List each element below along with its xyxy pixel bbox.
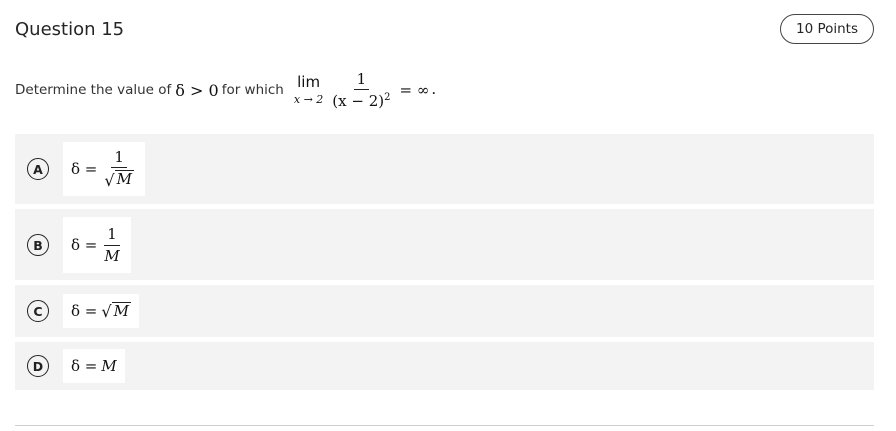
option-d[interactable]: D δ = M (15, 342, 874, 390)
sqrt-symbol: √ M (101, 301, 131, 322)
prompt-text-start: Determine the value of (15, 82, 172, 98)
fraction-numerator: 1 (353, 70, 370, 90)
delta-equals: δ = (71, 236, 98, 254)
option-a[interactable]: A δ = 1 √ M (15, 134, 874, 204)
prompt-period: . (431, 79, 437, 98)
option-c-var: M (111, 301, 131, 320)
delta-equals: δ = (71, 160, 98, 178)
limit-expression: lim x → 2 1 (x − 2)2 = ∞ . (290, 70, 437, 110)
option-d-letter[interactable]: D (27, 355, 49, 377)
option-c-letter[interactable]: C (27, 300, 49, 322)
lim-subscript: x → 2 (293, 92, 324, 106)
option-a-formula: δ = 1 √ M (63, 142, 145, 196)
bottom-divider (15, 425, 874, 426)
denominator-base: (x − 2) (332, 92, 385, 110)
delta-equals: δ = (71, 302, 98, 320)
points-badge: 10 Points (780, 14, 874, 44)
option-a-letter[interactable]: A (27, 158, 49, 180)
option-a-fraction: 1 √ M (101, 149, 137, 189)
delta-condition: δ > 0 (175, 80, 219, 100)
option-b-letter[interactable]: B (27, 234, 49, 256)
denominator-exponent: 2 (384, 92, 391, 103)
option-d-var: M (101, 357, 117, 375)
radical-sign: √ (101, 302, 112, 322)
delta-equals: δ = (71, 357, 98, 375)
option-a-denominator: √ M (101, 168, 137, 189)
option-d-formula: δ = M (63, 349, 125, 383)
fraction-denominator: (x − 2)2 (329, 90, 393, 110)
limit-fraction: 1 (x − 2)2 (329, 70, 393, 110)
option-b[interactable]: B δ = 1 M (15, 209, 874, 280)
option-b-denominator: M (104, 246, 120, 265)
option-a-numerator: 1 (111, 149, 127, 169)
option-b-fraction: 1 M (101, 226, 122, 264)
limit-operator: lim x → 2 (294, 74, 323, 106)
radical-sign: √ (104, 170, 115, 190)
option-b-numerator: 1 (104, 226, 120, 246)
option-c[interactable]: C δ = √ M (15, 285, 874, 337)
sqrt-symbol: √ M (104, 170, 134, 188)
question-prompt: Determine the value of δ > 0 for which l… (15, 66, 436, 114)
equals-infinity: = ∞ (399, 81, 430, 99)
option-c-formula: δ = √ M (63, 294, 139, 328)
question-title: Question 15 (15, 19, 125, 40)
option-b-formula: δ = 1 M (63, 217, 131, 273)
option-a-var: M (114, 170, 134, 189)
prompt-text-middle: for which (221, 82, 284, 98)
lim-word: lim (297, 73, 321, 92)
